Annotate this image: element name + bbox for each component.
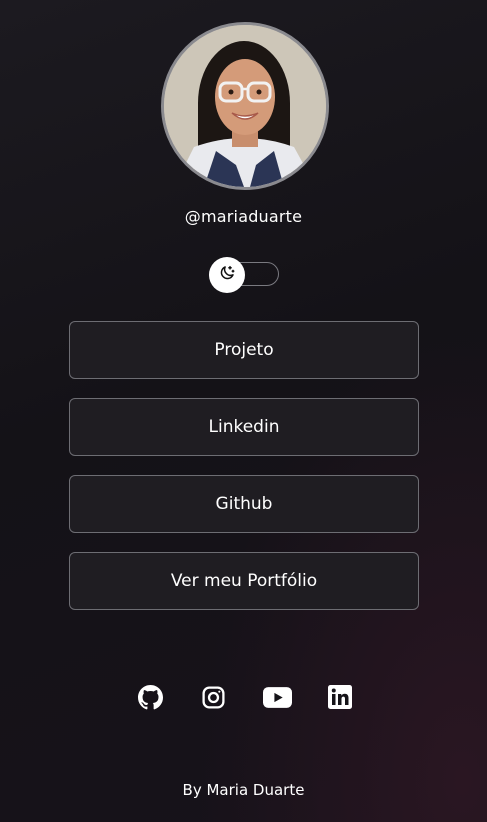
theme-toggle[interactable] — [209, 257, 245, 293]
youtube-icon[interactable] — [262, 684, 292, 710]
footer-credit: By Maria Duarte — [182, 781, 305, 799]
link-button-portfolio[interactable]: Ver meu Portfólio — [69, 552, 419, 610]
link-button-github[interactable]: Github — [69, 475, 419, 533]
username: @mariaduarte — [184, 207, 303, 226]
moon-stars-icon — [218, 264, 236, 286]
link-button-projeto[interactable]: Projeto — [69, 321, 419, 379]
linkedin-icon[interactable] — [327, 684, 353, 710]
avatar — [161, 22, 329, 190]
profile-page: @mariaduarte Projeto Linkedin Github Ver… — [0, 0, 487, 822]
link-button-linkedin[interactable]: Linkedin — [69, 398, 419, 456]
instagram-icon[interactable] — [200, 684, 226, 710]
github-icon[interactable] — [137, 684, 163, 710]
